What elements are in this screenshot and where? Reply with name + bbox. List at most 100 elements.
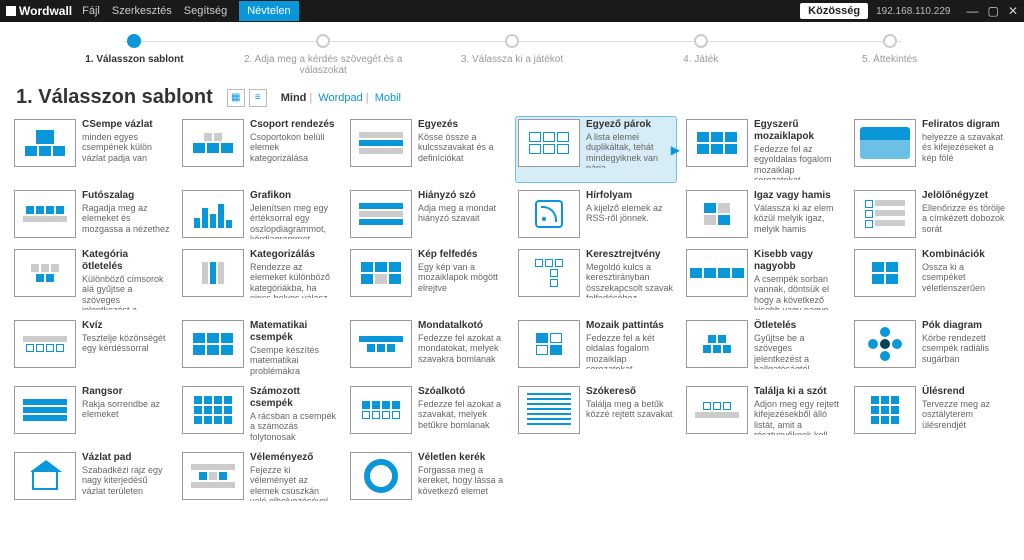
template-title: Kép felfedés bbox=[418, 249, 506, 261]
template-card[interactable]: CSempe vázlatminden egyes csempének külö… bbox=[12, 117, 172, 182]
step-2[interactable]: 2. Adja meg a kérdés szövegét és a válas… bbox=[229, 34, 418, 76]
template-description: Megoldó kulcs a keresztirányban összekap… bbox=[586, 262, 674, 298]
template-card[interactable]: MondatalkotóFedezze fel azokat a mondato… bbox=[348, 318, 508, 378]
step-4[interactable]: 4. Játék bbox=[606, 34, 795, 65]
template-thumbnail bbox=[182, 119, 244, 167]
template-card[interactable]: ÜlésrendTervezze meg az osztályterem ülé… bbox=[852, 384, 1012, 444]
template-description: Találja meg a betűk közzé rejtett szavak… bbox=[586, 399, 674, 420]
template-text: Feliratos digramhelyezze a szavakat és k… bbox=[922, 119, 1010, 180]
template-description: Rendezze az elemeket különböző kategóriá… bbox=[250, 262, 338, 298]
page-title: 1. Válasszon sablont bbox=[16, 86, 213, 109]
template-card[interactable]: HírfolyamA kijelző elemek az RSS-ről jön… bbox=[516, 188, 676, 241]
template-card[interactable]: KvízTesztelje közönségét egy kérdéssorra… bbox=[12, 318, 172, 378]
template-card[interactable]: ÖtletelésGyűjtse be a szöveges jelentkez… bbox=[684, 318, 844, 378]
template-description: Adjon meg egy rejtett kifejezésekből áll… bbox=[754, 399, 842, 435]
template-description: Fejezze ki véleményét az elemek csúszkán… bbox=[250, 465, 338, 501]
template-card[interactable]: Hiányzó szóAdja meg a mondat hiányzó sza… bbox=[348, 188, 508, 241]
filter-wordpad[interactable]: Wordpad bbox=[318, 92, 362, 104]
wizard-stepper: 1. Válasszon sablont 2. Adja meg a kérdé… bbox=[0, 22, 1024, 82]
template-thumbnail bbox=[854, 386, 916, 434]
template-thumbnail bbox=[686, 249, 748, 297]
view-list-button[interactable]: ≡ bbox=[249, 89, 267, 107]
title-bar: Wordwall Fájl Szerkesztés Segítség Névte… bbox=[0, 0, 1024, 22]
template-title: Szókereső bbox=[586, 386, 674, 398]
template-title: Számozott csempék bbox=[250, 386, 338, 410]
template-card[interactable]: FutószalagRagadja meg az elemeket és moz… bbox=[12, 188, 172, 241]
template-card[interactable]: EgyezésKösse össze a kulcsszavakat és a … bbox=[348, 117, 508, 182]
filter-mobile[interactable]: Mobil bbox=[375, 92, 401, 104]
template-thumbnail bbox=[14, 320, 76, 368]
step-5[interactable]: 5. Áttekintés bbox=[795, 34, 984, 65]
template-card[interactable]: Egyező párokA lista elemei duplikáltak, … bbox=[516, 117, 676, 182]
template-grid: CSempe vázlatminden egyes csempének külö… bbox=[0, 117, 1024, 515]
filter-all[interactable]: Mind bbox=[281, 92, 307, 104]
template-description: helyezze a szavakat és kifejezéseket a k… bbox=[922, 132, 1010, 163]
template-card[interactable]: KeresztrejtvényMegoldó kulcs a keresztir… bbox=[516, 247, 676, 312]
template-text: Kategória ötletelésKülönböző címsorok al… bbox=[82, 249, 170, 310]
template-card[interactable]: Mozaik pattintásFedezze fel a két oldala… bbox=[516, 318, 676, 378]
template-title: Pók diagram bbox=[922, 320, 1010, 332]
view-toggle: ▦ ≡ bbox=[227, 89, 267, 107]
close-button[interactable]: ✕ bbox=[1008, 4, 1018, 18]
template-card[interactable]: Számozott csempékA rácsban a csempék a s… bbox=[180, 384, 340, 444]
template-card[interactable]: Feliratos digramhelyezze a szavakat és k… bbox=[852, 117, 1012, 182]
template-thumbnail bbox=[854, 249, 916, 297]
maximize-button[interactable]: ▢ bbox=[988, 4, 999, 18]
template-description: Különböző címsorok alá gyűjtse a szövege… bbox=[82, 274, 170, 310]
template-card[interactable]: Pók diagramKörbe rendezett csempék radiá… bbox=[852, 318, 1012, 378]
template-thumbnail bbox=[14, 386, 76, 434]
template-card[interactable]: KategorizálásRendezze az elemeket különb… bbox=[180, 247, 340, 312]
template-card[interactable]: RangsorRakja sorrendbe az elemeket bbox=[12, 384, 172, 444]
template-text: SzóalkotóFedezze fel azokat a szavakat, … bbox=[418, 386, 506, 442]
template-description: Jelenítsen meg egy értéksorral egy oszlo… bbox=[250, 203, 338, 239]
template-title: Grafikon bbox=[250, 190, 338, 202]
template-card[interactable]: SzóalkotóFedezze fel azokat a szavakat, … bbox=[348, 384, 508, 444]
template-card[interactable]: Kategória ötletelésKülönböző címsorok al… bbox=[12, 247, 172, 312]
template-thumbnail bbox=[14, 190, 76, 238]
template-text: Csoport rendezésCsoportokon belüli eleme… bbox=[250, 119, 338, 180]
template-title: Hírfolyam bbox=[586, 190, 674, 202]
template-text: CSempe vázlatminden egyes csempének külö… bbox=[82, 119, 170, 180]
template-card[interactable]: Kép felfedésEgy kép van a mozaiklapok mö… bbox=[348, 247, 508, 312]
community-button[interactable]: Közösség bbox=[800, 3, 868, 19]
document-tab[interactable]: Névtelen bbox=[239, 1, 298, 21]
template-description: Kösse össze a kulcsszavakat és a definíc… bbox=[418, 132, 506, 163]
template-card[interactable]: VéleményezőFejezze ki véleményét az elem… bbox=[180, 450, 340, 503]
template-description: minden egyes csempének külön vázlat padj… bbox=[82, 132, 170, 163]
template-card[interactable]: KombinációkOssza ki a csempéket véletlen… bbox=[852, 247, 1012, 312]
template-thumbnail bbox=[686, 190, 748, 238]
template-card[interactable]: Vázlat padSzabadkézi rajz egy nagy kiter… bbox=[12, 450, 172, 503]
template-card[interactable]: Kisebb vagy nagyobbA csempék sorban vann… bbox=[684, 247, 844, 312]
menu-help[interactable]: Segítség bbox=[184, 5, 227, 17]
template-card[interactable]: GrafikonJelenítsen meg egy értéksorral e… bbox=[180, 188, 340, 241]
template-title: Szóalkotó bbox=[418, 386, 506, 398]
template-text: ÖtletelésGyűjtse be a szöveges jelentkez… bbox=[754, 320, 842, 376]
template-description: A rácsban a csempék a számozás folytonos… bbox=[250, 411, 338, 442]
template-card[interactable]: Egyszerű mozaiklapokFedezze fel az egyol… bbox=[684, 117, 844, 182]
template-card[interactable]: JelölőnégyzetEllenőrizze és törölje a cí… bbox=[852, 188, 1012, 241]
template-card[interactable]: Véletlen kerékForgassa meg a kereket, ho… bbox=[348, 450, 508, 503]
template-text: EgyezésKösse össze a kulcsszavakat és a … bbox=[418, 119, 506, 180]
template-text: MondatalkotóFedezze fel azokat a mondato… bbox=[418, 320, 506, 376]
template-text: KombinációkOssza ki a csempéket véletlen… bbox=[922, 249, 1010, 310]
minimize-button[interactable]: — bbox=[966, 4, 978, 18]
template-card[interactable]: Matematikai csempékCsempe készítés matem… bbox=[180, 318, 340, 378]
template-description: Gyűjtse be a szöveges jelentkezést a hal… bbox=[754, 333, 842, 369]
template-thumbnail bbox=[518, 386, 580, 434]
template-text: SzókeresőTalálja meg a betűk közzé rejte… bbox=[586, 386, 674, 442]
template-card[interactable]: Csoport rendezésCsoportokon belüli eleme… bbox=[180, 117, 340, 182]
filter-tabs: Mind| Wordpad| Mobil bbox=[281, 92, 401, 104]
menu-edit[interactable]: Szerkesztés bbox=[112, 5, 172, 17]
menu-file[interactable]: Fájl bbox=[82, 5, 100, 17]
template-thumbnail bbox=[350, 249, 412, 297]
view-grid-button[interactable]: ▦ bbox=[227, 89, 245, 107]
template-text: KvízTesztelje közönségét egy kérdéssorra… bbox=[82, 320, 170, 376]
template-text: Véletlen kerékForgassa meg a kereket, ho… bbox=[418, 452, 506, 501]
step-3[interactable]: 3. Válassza ki a játékot bbox=[418, 34, 607, 65]
template-card[interactable]: Találja ki a szótAdjon meg egy rejtett k… bbox=[684, 384, 844, 444]
step-1[interactable]: 1. Válasszon sablont bbox=[40, 34, 229, 65]
template-text: VéleményezőFejezze ki véleményét az elem… bbox=[250, 452, 338, 501]
template-card[interactable]: SzókeresőTalálja meg a betűk közzé rejte… bbox=[516, 384, 676, 444]
template-card[interactable]: Igaz vagy hamisVálassza ki az elem közül… bbox=[684, 188, 844, 241]
template-title: Ötletelés bbox=[754, 320, 842, 332]
